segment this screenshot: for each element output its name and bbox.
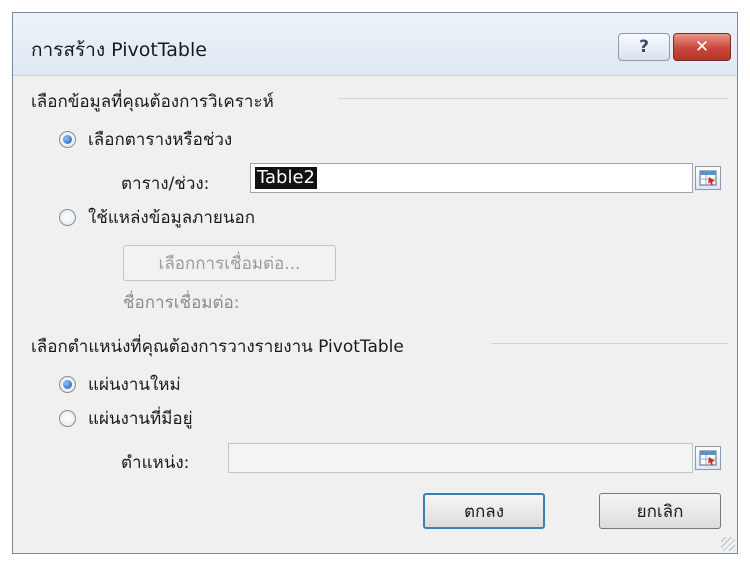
radio-existing-worksheet[interactable] [59, 410, 76, 427]
location-selector-button[interactable] [695, 446, 721, 470]
location-section-heading: เลือกตำแหน่งที่คุณต้องการวางรายงาน Pivot… [31, 333, 412, 360]
range-selector-icon [699, 170, 717, 186]
dialog-title: การสร้าง PivotTable [31, 39, 207, 61]
title-bar[interactable]: การสร้าง PivotTable ? ✕ [13, 13, 737, 76]
close-button[interactable]: ✕ [673, 33, 731, 61]
table-range-selector-button[interactable] [695, 166, 721, 190]
radio-external-source[interactable] [59, 209, 76, 226]
cancel-button-label: ยกเลิก [636, 501, 684, 522]
choose-connection-button[interactable]: เลือกการเชื่อมต่อ... [123, 245, 336, 281]
section-divider [491, 343, 729, 344]
data-section-heading: เลือกข้อมูลที่คุณต้องการวิเคราะห์ [31, 88, 282, 115]
option-table-label[interactable]: เลือกตารางหรือช่วง [88, 126, 232, 153]
close-icon: ✕ [694, 37, 710, 57]
cancel-button[interactable]: ยกเลิก [599, 493, 721, 529]
option-new-sheet-label[interactable]: แผ่นงานใหม่ [88, 371, 181, 398]
help-icon: ? [639, 37, 649, 57]
radio-new-worksheet[interactable] [59, 376, 76, 393]
connection-name-label: ชื่อการเชื่อมต่อ: [123, 293, 240, 313]
help-button[interactable]: ? [618, 33, 670, 61]
radio-select-table[interactable] [59, 131, 76, 148]
resize-grip[interactable] [721, 537, 735, 551]
table-range-input[interactable]: Table2 [250, 163, 693, 193]
table-range-label: ตาราง/ช่วง: [121, 174, 210, 194]
range-selector-icon [699, 450, 717, 466]
option-existing-sheet-label[interactable]: แผ่นงานที่มีอยู่ [88, 405, 193, 432]
ok-button[interactable]: ตกลง [423, 493, 545, 529]
data-section-header: เลือกข้อมูลที่คุณต้องการวิเคราะห์ [13, 88, 737, 115]
ok-button-label: ตกลง [463, 501, 505, 522]
section-divider [338, 98, 729, 99]
choose-connection-label: เลือกการเชื่อมต่อ... [158, 253, 301, 274]
location-label: ตำแหน่ง: [121, 453, 190, 473]
location-section-header: เลือกตำแหน่งที่คุณต้องการวางรายงาน Pivot… [13, 333, 737, 360]
create-pivottable-dialog: การสร้าง PivotTable ? ✕ เลือกข้อมูลที่คุ… [12, 12, 738, 554]
table-range-value: Table2 [255, 167, 317, 189]
option-external-label[interactable]: ใช้แหล่งข้อมูลภายนอก [88, 204, 255, 231]
location-input[interactable] [228, 443, 693, 473]
